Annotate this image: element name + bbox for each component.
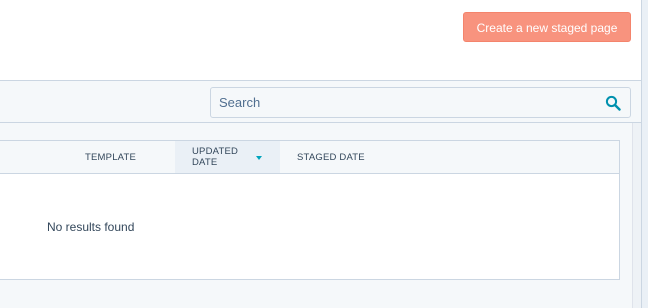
column-header-updated-date-label: UPDATED DATE	[192, 146, 239, 168]
empty-state-message: No results found	[47, 220, 135, 234]
column-header-updated-date[interactable]: UPDATED DATE	[175, 141, 280, 173]
search-icon[interactable]	[605, 95, 621, 111]
column-header-template[interactable]: TEMPLATE	[85, 141, 136, 173]
page-header: Create a new staged page	[0, 0, 648, 80]
search-box[interactable]	[210, 87, 631, 118]
scrollbar[interactable]	[632, 123, 641, 308]
staged-pages-table: TEMPLATE UPDATED DATE STAGED DATE No res…	[0, 140, 620, 280]
right-panel-edge	[641, 0, 648, 308]
create-staged-page-button[interactable]: Create a new staged page	[463, 12, 631, 42]
search-input[interactable]	[219, 88, 589, 117]
column-header-staged-date[interactable]: STAGED DATE	[297, 141, 365, 173]
sort-descending-icon	[256, 156, 262, 160]
table-header: TEMPLATE UPDATED DATE STAGED DATE	[0, 141, 619, 174]
filter-bar	[0, 81, 641, 123]
